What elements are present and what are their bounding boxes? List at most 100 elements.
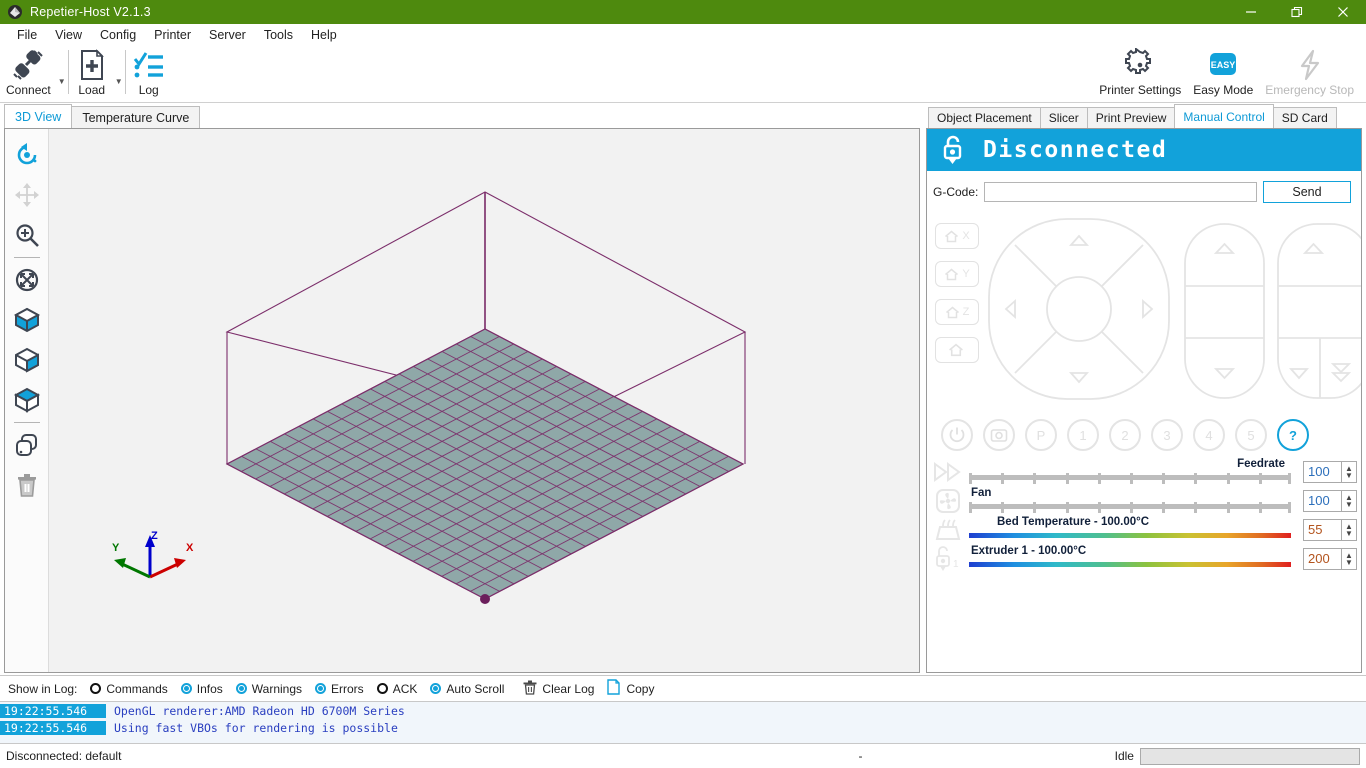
home-all-button[interactable] <box>935 337 979 363</box>
tab-temperature-curve[interactable]: Temperature Curve <box>71 106 200 128</box>
load-dropdown-caret[interactable]: ▼ <box>114 77 124 86</box>
fan-spin-arrows[interactable]: ▲▼ <box>1341 491 1356 511</box>
extruder-jog-pad[interactable] <box>1275 221 1362 404</box>
home-z-button[interactable]: Z <box>935 299 979 325</box>
macro-3-button[interactable]: 3 <box>1151 419 1183 451</box>
copy-label: Copy <box>626 682 654 696</box>
right-pane: Object Placement Slicer Print Preview Ma… <box>922 103 1366 675</box>
macro-1-button[interactable]: 1 <box>1067 419 1099 451</box>
tab-manual-control[interactable]: Manual Control <box>1174 104 1273 128</box>
camera-button[interactable] <box>983 419 1015 451</box>
extruder1-temperature-stepper[interactable]: 200 ▲▼ <box>1303 548 1357 570</box>
fit-to-view-icon[interactable] <box>10 260 44 300</box>
filter-auto-scroll[interactable]: Auto Scroll <box>430 682 504 696</box>
extruder1-temperature-slider[interactable]: Extruder 1 - 100.00°C <box>969 545 1297 573</box>
jog-area: X Y Z <box>927 215 1361 415</box>
emergency-stop-button[interactable]: Emergency Stop <box>1259 46 1360 97</box>
title-bar: Repetier-Host V2.1.3 <box>0 0 1366 24</box>
view-cube-top-icon[interactable] <box>10 380 44 420</box>
heated-bed-icon <box>927 517 969 543</box>
filter-ack[interactable]: ACK <box>377 682 418 696</box>
move-object-icon[interactable] <box>10 175 44 215</box>
extruder1-spin-arrows[interactable]: ▲▼ <box>1341 549 1356 569</box>
action-button-row: P 1 2 3 4 5 ? <box>927 415 1361 451</box>
fan-slider[interactable]: Fan <box>969 487 1297 515</box>
filter-infos[interactable]: Infos <box>181 682 223 696</box>
bed-temperature-slider[interactable]: Bed Temperature - 100.00°C <box>969 516 1297 544</box>
feedrate-ticks <box>969 472 1291 484</box>
load-button[interactable]: Load <box>70 46 114 97</box>
status-progress-bar <box>1140 748 1360 765</box>
power-button[interactable] <box>941 419 973 451</box>
bed-temperature-stepper[interactable]: 55 ▲▼ <box>1303 519 1357 541</box>
rotate-object-icon[interactable] <box>10 135 44 175</box>
help-button[interactable]: ? <box>1277 419 1309 451</box>
status-badge: Disconnected <box>983 137 1167 163</box>
zoom-in-icon[interactable] <box>10 215 44 255</box>
copy-button[interactable]: Copy <box>607 679 654 698</box>
menu-item-printer[interactable]: Printer <box>145 25 200 45</box>
clear-log-button[interactable]: Clear Log <box>523 680 594 698</box>
connect-dropdown-caret[interactable]: ▼ <box>57 77 67 86</box>
macro-2-button[interactable]: 2 <box>1109 419 1141 451</box>
fan-stepper[interactable]: 100 ▲▼ <box>1303 490 1357 512</box>
radio-infos-icon[interactable] <box>181 683 192 694</box>
send-button[interactable]: Send <box>1263 181 1351 203</box>
tab-sd-card[interactable]: SD Card <box>1273 107 1337 128</box>
fast-forward-icon <box>927 461 969 483</box>
log-time: 19:22:55.546 <box>0 721 106 735</box>
tab-print-preview[interactable]: Print Preview <box>1087 107 1176 128</box>
home-x-button[interactable]: X <box>935 223 979 249</box>
close-button[interactable] <box>1320 0 1366 24</box>
gcode-input[interactable] <box>984 182 1257 202</box>
easy-mode-button[interactable]: EASY Easy Mode <box>1187 46 1259 97</box>
log-button[interactable]: Log <box>127 46 171 97</box>
menu-item-help[interactable]: Help <box>302 25 346 45</box>
printer-settings-button[interactable]: Printer Settings <box>1093 46 1187 97</box>
tab-slicer[interactable]: Slicer <box>1040 107 1088 128</box>
feedrate-slider[interactable]: Feedrate <box>969 458 1297 486</box>
view-cube-side-icon[interactable] <box>10 340 44 380</box>
home-y-button[interactable]: Y <box>935 261 979 287</box>
filter-warnings[interactable]: Warnings <box>236 682 302 696</box>
menu-item-server[interactable]: Server <box>200 25 255 45</box>
menu-item-config[interactable]: Config <box>91 25 145 45</box>
bed-temperature-spin-arrows[interactable]: ▲▼ <box>1341 520 1356 540</box>
delete-trash-icon[interactable] <box>10 465 44 505</box>
window-title: Repetier-Host V2.1.3 <box>30 5 151 19</box>
park-button[interactable]: P <box>1025 419 1057 451</box>
maximize-button[interactable] <box>1274 0 1320 24</box>
radio-commands-icon[interactable] <box>90 683 101 694</box>
status-connection: Disconnected: default <box>0 749 606 763</box>
menu-item-file[interactable]: File <box>8 25 46 45</box>
tab-object-placement[interactable]: Object Placement <box>928 107 1041 128</box>
xy-jog-pad[interactable] <box>985 215 1173 406</box>
connect-button[interactable]: Connect <box>0 46 57 97</box>
connect-plug-icon <box>11 48 45 82</box>
radio-ack-icon[interactable] <box>377 683 388 694</box>
feedrate-caption: Feedrate <box>1237 458 1285 470</box>
menu-item-tools[interactable]: Tools <box>255 25 302 45</box>
3d-viewport[interactable]: X Y Z <box>50 129 919 672</box>
emergency-stop-label: Emergency Stop <box>1265 83 1354 97</box>
view-cube-front-icon[interactable] <box>10 300 44 340</box>
rail-separator-1 <box>14 257 40 258</box>
macro-5-button[interactable]: 5 <box>1235 419 1267 451</box>
printer-settings-label: Printer Settings <box>1099 83 1181 97</box>
radio-warnings-icon[interactable] <box>236 683 247 694</box>
macro-4-button[interactable]: 4 <box>1193 419 1225 451</box>
tab-3d-view[interactable]: 3D View <box>4 104 72 128</box>
copy-objects-icon[interactable] <box>10 425 44 465</box>
radio-errors-icon[interactable] <box>315 683 326 694</box>
extruder1-temperature-ticks <box>969 559 1291 571</box>
filter-commands-label: Commands <box>106 682 167 696</box>
feedrate-spin-arrows[interactable]: ▲▼ <box>1341 462 1356 482</box>
log-lines[interactable]: 19:22:55.546 OpenGL renderer:AMD Radeon … <box>0 701 1366 743</box>
radio-auto-scroll-icon[interactable] <box>430 683 441 694</box>
feedrate-stepper[interactable]: 100 ▲▼ <box>1303 461 1357 483</box>
minimize-button[interactable] <box>1228 0 1274 24</box>
filter-commands[interactable]: Commands <box>90 682 167 696</box>
z-jog-pad[interactable] <box>1182 221 1267 404</box>
filter-errors[interactable]: Errors <box>315 682 364 696</box>
menu-item-view[interactable]: View <box>46 25 91 45</box>
